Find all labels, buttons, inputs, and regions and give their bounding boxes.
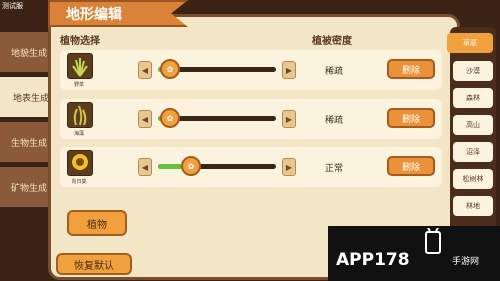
biome-desert[interactable]: 沙漠 bbox=[453, 61, 493, 81]
build-tag: 测试服 bbox=[2, 2, 23, 10]
sunflower-icon bbox=[67, 150, 93, 176]
plant-name: 海藻 bbox=[73, 131, 84, 137]
slider-knob[interactable]: ✿ bbox=[160, 108, 180, 128]
density-slider-track[interactable] bbox=[158, 164, 276, 169]
decrease-arrow-button[interactable]: ◀ bbox=[138, 110, 152, 128]
plant-row: 海藻 ◀ ✿ ▶ 稀疏 删除 bbox=[60, 99, 442, 139]
seaweed-icon bbox=[67, 102, 93, 128]
watermark-sub: 手游网 bbox=[452, 257, 480, 267]
density-header: 植被密度 bbox=[312, 36, 352, 47]
plant-row: 向日葵 ◀ ✿ ▶ 正常 删除 bbox=[60, 147, 442, 187]
plant-select-header: 植物选择 bbox=[60, 36, 100, 47]
phone-icon bbox=[425, 228, 441, 254]
biome-mountain[interactable]: 高山 bbox=[453, 115, 493, 135]
biome-woodland[interactable]: 林地 bbox=[453, 196, 493, 216]
biome-forest[interactable]: 森林 bbox=[453, 88, 493, 108]
page-title: 地形编辑 bbox=[48, 0, 188, 27]
grass-icon bbox=[67, 53, 93, 79]
slider-knob[interactable]: ✿ bbox=[181, 156, 201, 176]
density-value: 正常 bbox=[325, 164, 344, 174]
density-value: 稀疏 bbox=[325, 116, 344, 126]
delete-button[interactable]: 删除 bbox=[387, 59, 435, 79]
increase-arrow-button[interactable]: ▶ bbox=[282, 158, 296, 176]
density-value: 稀疏 bbox=[325, 67, 344, 77]
increase-arrow-button[interactable]: ▶ bbox=[282, 61, 296, 79]
increase-arrow-button[interactable]: ▶ bbox=[282, 110, 296, 128]
biome-pine-forest[interactable]: 松树林 bbox=[453, 169, 493, 189]
biome-swamp[interactable]: 沼泽 bbox=[453, 142, 493, 162]
plant-name: 野草 bbox=[73, 82, 84, 88]
slider-knob[interactable]: ✿ bbox=[160, 59, 180, 79]
decrease-arrow-button[interactable]: ◀ bbox=[138, 61, 152, 79]
plant-row: 野草 ◀ ✿ ▶ 稀疏 删除 bbox=[60, 50, 442, 90]
reset-default-button[interactable]: 恢复默认 bbox=[56, 253, 132, 275]
biome-grassland[interactable]: 草原 bbox=[447, 33, 493, 53]
plant-name: 向日葵 bbox=[71, 179, 87, 185]
delete-button[interactable]: 删除 bbox=[387, 108, 435, 128]
watermark-text: APP178 bbox=[336, 250, 410, 270]
delete-button[interactable]: 删除 bbox=[387, 156, 435, 176]
decrease-arrow-button[interactable]: ◀ bbox=[138, 158, 152, 176]
plant-button[interactable]: 植物 bbox=[67, 210, 127, 236]
